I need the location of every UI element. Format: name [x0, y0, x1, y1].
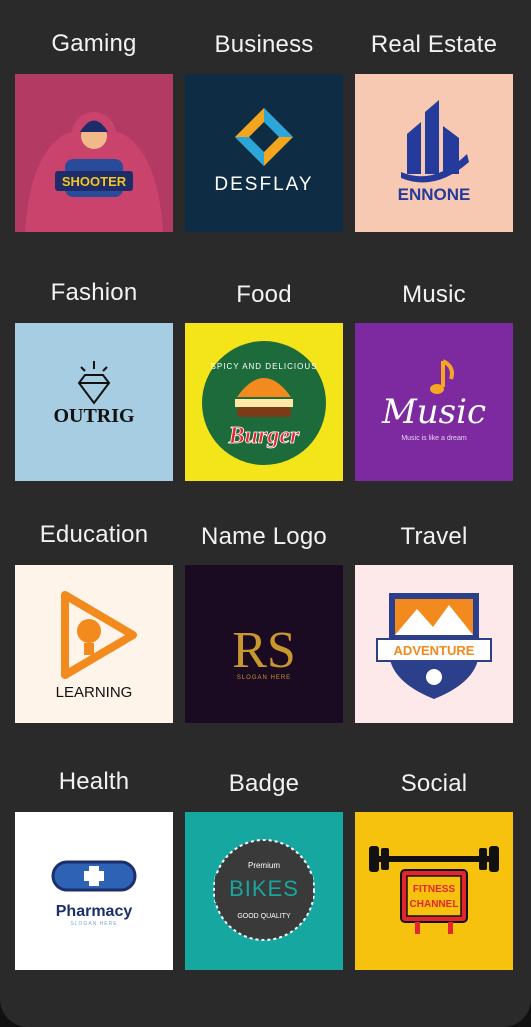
business-logo-text: DESFLAY: [214, 174, 313, 195]
food-logo-text: Burger: [228, 423, 300, 449]
health-logo-subtext: SLOGAN HERE: [70, 921, 117, 927]
category-label: Name Logo: [201, 523, 327, 550]
travel-logo-text: ADVENTURE: [394, 643, 475, 658]
food-logo-subtext: SPICY AND DELICIOUS: [211, 362, 318, 371]
badge-logo-subtext: Premium: [248, 861, 280, 870]
category-label: Gaming: [51, 30, 137, 57]
social-logo-subtext: CHANNEL: [410, 899, 459, 910]
education-logo-tile[interactable]: LEARNING: [15, 565, 173, 723]
category-label: Health: [58, 768, 130, 795]
category-label: Food: [236, 281, 292, 308]
gaming-logo-tile[interactable]: SHOOTER: [15, 74, 173, 232]
category-label: Business: [214, 31, 314, 58]
category-label: Fashion: [50, 279, 138, 306]
business-logo-tile[interactable]: DESFLAY: [185, 74, 343, 232]
education-logo-text: LEARNING: [56, 684, 133, 701]
gaming-logo-text: SHOOTER: [62, 174, 127, 189]
food-logo-tile[interactable]: SPICY AND DELICIOUS Burger: [185, 323, 343, 481]
category-label: Social: [400, 770, 468, 797]
health-logo-tile[interactable]: Pharmacy SLOGAN HERE: [15, 812, 173, 970]
health-logo-text: Pharmacy: [56, 903, 133, 920]
travel-logo-tile[interactable]: ADVENTURE: [355, 565, 513, 723]
category-label: Badge: [228, 770, 300, 797]
name-logo-subtext: SLOGAN HERE: [237, 675, 291, 681]
fashion-logo-tile[interactable]: OUTRIG: [15, 323, 173, 481]
social-logo-tile[interactable]: FITNESS CHANNEL: [355, 812, 513, 970]
category-label: Education: [39, 521, 149, 548]
badge-logo-tile[interactable]: Premium BIKES GOOD QUALITY: [185, 812, 343, 970]
category-label: Travel: [400, 523, 468, 550]
category-label: Real Estate: [370, 31, 498, 58]
social-logo-text: FITNESS: [413, 884, 456, 895]
name-logo-tile[interactable]: RS SLOGAN HERE: [185, 565, 343, 723]
category-label: Music: [402, 281, 466, 308]
fashion-logo-text: OUTRIG: [53, 405, 135, 427]
music-logo-subtext: Music is like a dream: [401, 435, 467, 442]
badge-logo-text: BIKES: [229, 876, 299, 901]
badge-logo-subtext-2: GOOD QUALITY: [237, 913, 291, 920]
music-logo-text: Music: [381, 392, 486, 432]
music-logo-tile[interactable]: Music Music is like a dream: [355, 323, 513, 481]
real-estate-logo-text: ENNONE: [398, 185, 471, 204]
real-estate-logo-tile[interactable]: ENNONE: [355, 74, 513, 232]
name-logo-text: RS: [232, 622, 296, 679]
